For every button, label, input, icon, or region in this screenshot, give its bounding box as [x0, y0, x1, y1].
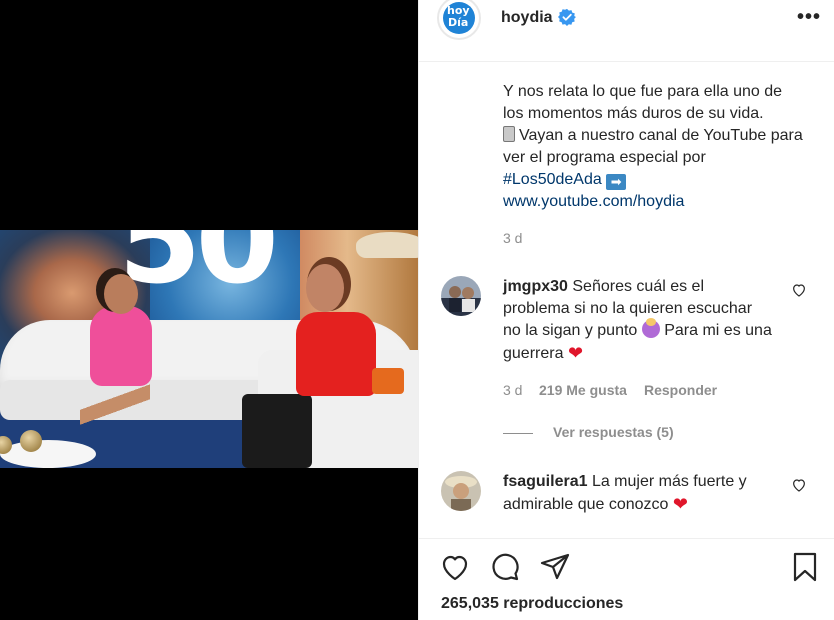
comment-username[interactable]: jmgpx30 [503, 278, 568, 295]
caption-time[interactable]: 3 d [503, 230, 522, 246]
coffee-table [0, 440, 96, 468]
like-comment-heart-icon[interactable] [791, 477, 807, 493]
post-panel: hoy Día hoydia ••• Y nos relata lo que f… [418, 0, 834, 620]
comment-icon[interactable] [489, 551, 521, 583]
backdrop-number: 50 [118, 230, 279, 311]
commenter-avatar[interactable] [441, 471, 481, 511]
more-icon[interactable]: ••• [797, 6, 821, 29]
guest-legs [80, 380, 150, 454]
comments-section[interactable]: Y nos relata lo que fue para ella uno de… [419, 63, 834, 538]
verified-icon [558, 8, 576, 26]
commenter-avatar[interactable] [441, 276, 481, 316]
comment-text: fsaguilera1 La mujer más fuerte y admira… [503, 471, 773, 516]
red-heart-emoji-icon: ❤ [567, 343, 584, 363]
person-shrugging-emoji-icon [641, 318, 660, 338]
host-legs [242, 394, 312, 468]
red-heart-emoji-icon: ❤ [672, 494, 688, 514]
youtube-link[interactable]: www.youtube.com/hoydia [503, 193, 684, 210]
caption-text-2: Vayan a nuestro canal de YouTube para ve… [503, 127, 803, 166]
comment-time[interactable]: 3 d [503, 382, 522, 398]
host-figure [296, 312, 376, 396]
reply-button[interactable]: Responder [644, 382, 717, 398]
post-caption: Y nos relata lo que fue para ella uno de… [503, 81, 803, 213]
heart-icon[interactable] [439, 551, 471, 583]
replies-divider [503, 433, 533, 434]
backdrop-hat [356, 232, 418, 258]
share-icon[interactable] [539, 551, 571, 583]
like-comment-heart-icon[interactable] [791, 282, 807, 298]
comment-item: jmgpx30 Señores cuál es el problema si n… [441, 276, 821, 396]
account-avatar[interactable]: hoy Día [437, 0, 481, 40]
view-count[interactable]: 265,035 reproducciones [441, 595, 623, 613]
comment-likes[interactable]: 219 Me gusta [539, 382, 627, 398]
video-player[interactable]: 50 [0, 230, 418, 468]
bookmark-icon[interactable] [789, 551, 821, 583]
guest-figure [90, 306, 152, 386]
comment-username[interactable]: fsaguilera1 [503, 473, 587, 490]
arrow-right-icon: ➡ [606, 174, 627, 190]
media-pane[interactable]: 50 [0, 0, 418, 620]
comment-item: fsaguilera1 La mujer más fuerte y admira… [441, 471, 821, 531]
logo-text-bottom: Día [448, 16, 469, 29]
host-head [306, 264, 344, 312]
guest-head [104, 274, 138, 314]
comment-text: jmgpx30 Señores cuál es el problema si n… [503, 276, 773, 365]
handbag [372, 368, 404, 394]
hashtag-link[interactable]: #Los50deAda [503, 171, 602, 188]
post-actions: 265,035 reproducciones [419, 538, 834, 620]
account-username[interactable]: hoydia [501, 9, 553, 27]
mobile-phone-icon [503, 126, 515, 142]
post-header: hoy Día hoydia ••• [419, 0, 834, 62]
view-replies-button[interactable]: Ver respuestas (5) [553, 424, 674, 440]
caption-text-1: Y nos relata lo que fue para ella uno de… [503, 83, 783, 122]
decor-orb [20, 430, 42, 452]
